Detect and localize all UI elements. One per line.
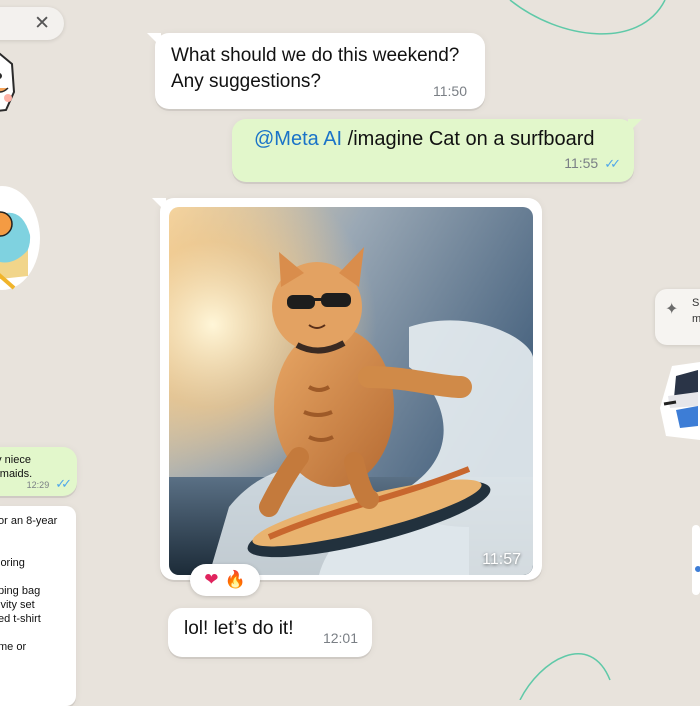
message-text: What should we do this weekend? Any sugg… (171, 43, 469, 95)
sparkle-icon: ✦ (665, 301, 679, 318)
message-text: @Meta AI /imagine Cat on a surfboard (254, 128, 612, 151)
message-line-2: Any suggestions? (171, 71, 321, 92)
list-line: ivity set (0, 599, 35, 611)
beach-cat-sticker (0, 186, 40, 290)
raccoon-sticker (660, 362, 700, 440)
list-line (0, 626, 66, 640)
cat-surfing-image (169, 207, 533, 575)
partial-sticker-right (692, 525, 700, 595)
dismiss-chip[interactable]: ✕ (0, 7, 64, 40)
list-line (0, 570, 66, 584)
incoming-message-question[interactable]: What should we do this weekend? Any sugg… (147, 33, 485, 109)
partial-suggestion-chip[interactable]: ✦ S m (655, 289, 700, 345)
message-time: 11:50 (433, 83, 467, 99)
chip-text: m (692, 313, 700, 325)
heart-reaction-icon[interactable]: ❤ (204, 570, 218, 590)
list-line (0, 542, 66, 556)
outgoing-message-imagine-prompt[interactable]: @Meta AI /imagine Cat on a surfboard 11:… (232, 119, 642, 182)
message-time: 12:01 (322, 630, 358, 646)
partial-message-line: ny niece (0, 454, 31, 466)
list-line: me or (0, 641, 27, 653)
close-icon[interactable]: ✕ (34, 12, 50, 35)
message-time-text: 11:55 (564, 155, 599, 171)
partial-outgoing-message[interactable]: ny niece ermaids. 12:29✓✓ (0, 447, 77, 496)
message-time: 12:29 ✓✓ (26, 476, 72, 492)
list-line (0, 528, 66, 542)
partial-incoming-list[interactable]: or an 8-year loring ping bag ivity set e… (0, 506, 76, 706)
message-time-text: 12:29 (26, 480, 50, 490)
read-receipt-icon: ✓✓ (604, 156, 621, 171)
message-time: 11:55 ✓✓ (564, 155, 621, 172)
list-line: ping bag (0, 585, 41, 597)
chip-text: S (692, 297, 700, 309)
incoming-message-reply[interactable]: lol! let’s do it! 12:01 (168, 608, 372, 657)
message-line-1: What should we do this weekend? (171, 45, 460, 66)
meta-ai-mention[interactable]: @Meta AI (254, 128, 342, 150)
cat-sticker-small (0, 52, 16, 112)
incoming-image-message[interactable]: 11:57 (152, 198, 542, 580)
generated-image[interactable]: 11:57 (169, 207, 533, 575)
list-line: ed t-shirt (0, 613, 41, 625)
reactions-pill[interactable]: ❤ 🔥 (190, 564, 260, 596)
imagine-command: /imagine Cat on a surfboard (342, 128, 595, 150)
read-receipt-icon: ✓✓ (55, 476, 72, 491)
image-time: 11:57 (482, 551, 521, 568)
list-line: or an 8-year (0, 515, 58, 527)
list-line: loring (0, 557, 25, 569)
fire-reaction-icon[interactable]: 🔥 (225, 570, 246, 590)
